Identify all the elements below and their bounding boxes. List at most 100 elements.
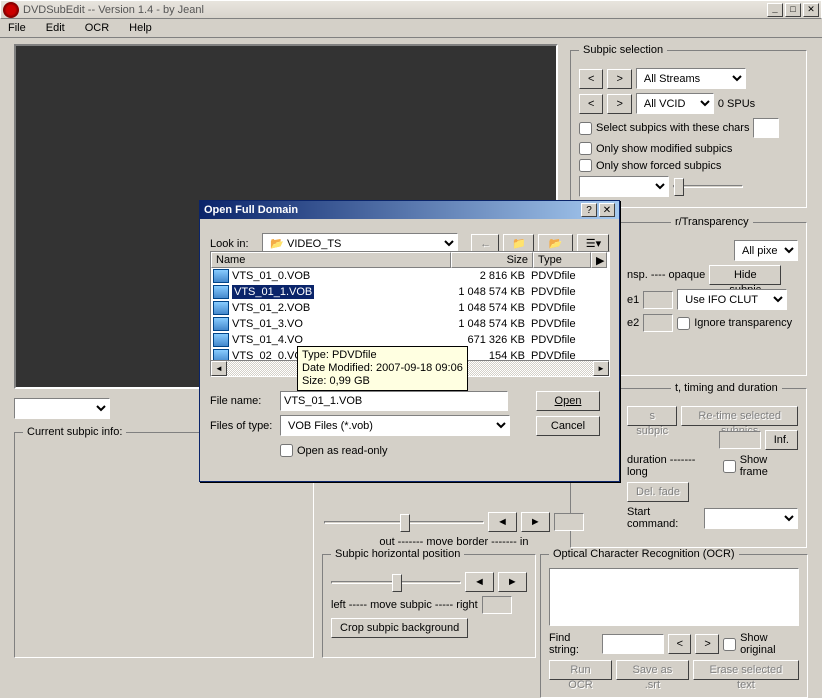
filename-label: File name: xyxy=(210,395,276,407)
s-subpic-button[interactable]: s subpic xyxy=(627,406,677,426)
file-name: VTS_01_0.VOB xyxy=(231,270,449,282)
showframe-checkbox[interactable] xyxy=(723,460,736,473)
forced-checkbox[interactable] xyxy=(579,159,592,172)
stream-next-button[interactable]: > xyxy=(607,69,631,89)
crop-button[interactable]: Crop subpic background xyxy=(331,618,468,638)
filetype-select[interactable]: VOB Files (*.vob) xyxy=(280,415,510,436)
file-size: 671 326 KB xyxy=(449,334,531,346)
opacity-label: nsp. ---- opaque xyxy=(627,269,705,281)
file-type: PDVDfile xyxy=(531,286,591,298)
file-icon xyxy=(213,269,229,283)
startcmd-select[interactable] xyxy=(704,508,798,529)
find-next-button[interactable]: > xyxy=(695,634,719,654)
filename-input[interactable] xyxy=(280,391,508,411)
file-size: 1 048 574 KB xyxy=(449,318,531,330)
tooltip-type: Type: PDVDfile xyxy=(302,349,463,362)
border-left-button[interactable]: ◄ xyxy=(488,512,517,532)
left-combo[interactable] xyxy=(14,398,110,419)
horiz-left-button[interactable]: ◄ xyxy=(465,572,494,592)
find-input[interactable] xyxy=(602,634,664,654)
ocr-output xyxy=(549,568,799,626)
readonly-label: Open as read-only xyxy=(297,445,388,457)
lookin-label: Look in: xyxy=(210,238,258,250)
modified-checkbox[interactable] xyxy=(579,142,592,155)
file-row[interactable]: VTS_01_2.VOB 1 048 574 KB PDVDfile xyxy=(211,300,609,316)
delfade-button[interactable]: Del. fade xyxy=(627,482,689,502)
maximize-button[interactable]: □ xyxy=(785,3,801,17)
border-scale-label: out ------- move border ------- in xyxy=(379,536,528,548)
file-icon xyxy=(213,301,229,315)
horiz-right-button[interactable]: ► xyxy=(498,572,527,592)
duration-label: duration ------- long xyxy=(627,454,719,478)
clut-select[interactable]: Use IFO CLUT xyxy=(677,289,787,310)
horiz-value xyxy=(482,596,512,614)
chars-checkbox[interactable] xyxy=(579,122,592,135)
ignore-transp-checkbox[interactable] xyxy=(677,317,690,330)
inf-field xyxy=(719,431,761,449)
close-button[interactable]: ✕ xyxy=(803,3,819,17)
file-list-header[interactable]: Name Size Type ▶ xyxy=(211,252,609,268)
readonly-checkbox[interactable] xyxy=(280,444,293,457)
border-slider[interactable] xyxy=(324,521,484,524)
e2-label: e2 xyxy=(627,317,639,329)
scroll-right-indicator[interactable]: ▶ xyxy=(591,252,607,268)
file-row[interactable]: VTS_01_0.VOB 2 816 KB PDVDfile xyxy=(211,268,609,284)
showoriginal-checkbox[interactable] xyxy=(723,638,736,651)
vcid-select[interactable]: All VCID xyxy=(636,93,714,114)
file-type: PDVDfile xyxy=(531,302,591,314)
file-size: 2 816 KB xyxy=(449,270,531,282)
minimize-button[interactable]: _ xyxy=(767,3,783,17)
subpic-selection-legend: Subpic selection xyxy=(579,44,667,56)
tooltip-size: Size: 0,99 GB xyxy=(302,375,463,388)
savesrt-button[interactable]: Save as .srt xyxy=(616,660,689,680)
col-type[interactable]: Type xyxy=(533,252,591,268)
open-button[interactable]: Open xyxy=(536,391,600,411)
ignore-transp-label: Ignore transparency xyxy=(694,317,792,329)
cancel-button[interactable]: Cancel xyxy=(536,416,600,436)
menu-file[interactable]: File xyxy=(4,20,30,36)
runocr-button[interactable]: Run OCR xyxy=(549,660,612,680)
file-size: 1 048 574 KB xyxy=(449,302,531,314)
file-name: VTS_01_4.VO xyxy=(231,334,449,346)
stream-prev-button[interactable]: < xyxy=(579,69,603,89)
chars-input[interactable] xyxy=(753,118,779,138)
hscroll-left[interactable]: ◄ xyxy=(211,361,227,376)
open-dialog: Open Full Domain ? ✕ Look in: 📂 VIDEO_TS… xyxy=(199,200,620,482)
subpic-selection-group: Subpic selection < > All Streams < > All… xyxy=(570,44,807,208)
dialog-close-button[interactable]: ✕ xyxy=(599,203,615,217)
erase-button[interactable]: Erase selected text xyxy=(693,660,799,680)
vcid-prev-button[interactable]: < xyxy=(579,94,603,114)
menu-ocr[interactable]: OCR xyxy=(81,20,113,36)
file-name: VTS_01_3.VO xyxy=(231,318,449,330)
stream-select[interactable]: All Streams xyxy=(636,68,746,89)
sel-slider[interactable] xyxy=(673,185,743,188)
col-size[interactable]: Size xyxy=(451,252,533,268)
sel-extra-combo[interactable] xyxy=(579,176,669,197)
file-row[interactable]: VTS_01_1.VOB 1 048 574 KB PDVDfile xyxy=(211,284,609,300)
dialog-help-button[interactable]: ? xyxy=(581,203,597,217)
menu-help[interactable]: Help xyxy=(125,20,156,36)
dialog-title-bar[interactable]: Open Full Domain ? ✕ xyxy=(200,201,619,219)
hide-subpic-button[interactable]: Hide subpic xyxy=(709,265,781,285)
find-prev-button[interactable]: < xyxy=(668,634,692,654)
e1-field[interactable] xyxy=(643,291,673,309)
col-name[interactable]: Name xyxy=(211,252,451,268)
ocr-legend: Optical Character Recognition (OCR) xyxy=(549,548,739,560)
inf-button[interactable]: Inf. xyxy=(765,430,798,450)
border-right-button[interactable]: ► xyxy=(521,512,550,532)
retime-button[interactable]: Re-time selected subpics xyxy=(681,406,798,426)
file-row[interactable]: VTS_01_3.VO 1 048 574 KB PDVDfile xyxy=(211,316,609,332)
horiz-slider[interactable] xyxy=(331,581,461,584)
showframe-label: Show frame xyxy=(740,454,798,478)
find-label: Find string: xyxy=(549,632,598,656)
transparency-legend: r/Transparency xyxy=(671,216,753,228)
menu-edit[interactable]: Edit xyxy=(42,20,69,36)
vcid-next-button[interactable]: > xyxy=(607,94,631,114)
file-type: PDVDfile xyxy=(531,270,591,282)
app-icon xyxy=(3,2,19,18)
e2-field[interactable] xyxy=(643,314,673,332)
file-tooltip: Type: PDVDfile Date Modified: 2007-09-18… xyxy=(297,346,468,391)
hscroll-right[interactable]: ► xyxy=(593,361,609,376)
pixel-select[interactable]: All pixels xyxy=(734,240,798,261)
file-icon xyxy=(213,317,229,331)
